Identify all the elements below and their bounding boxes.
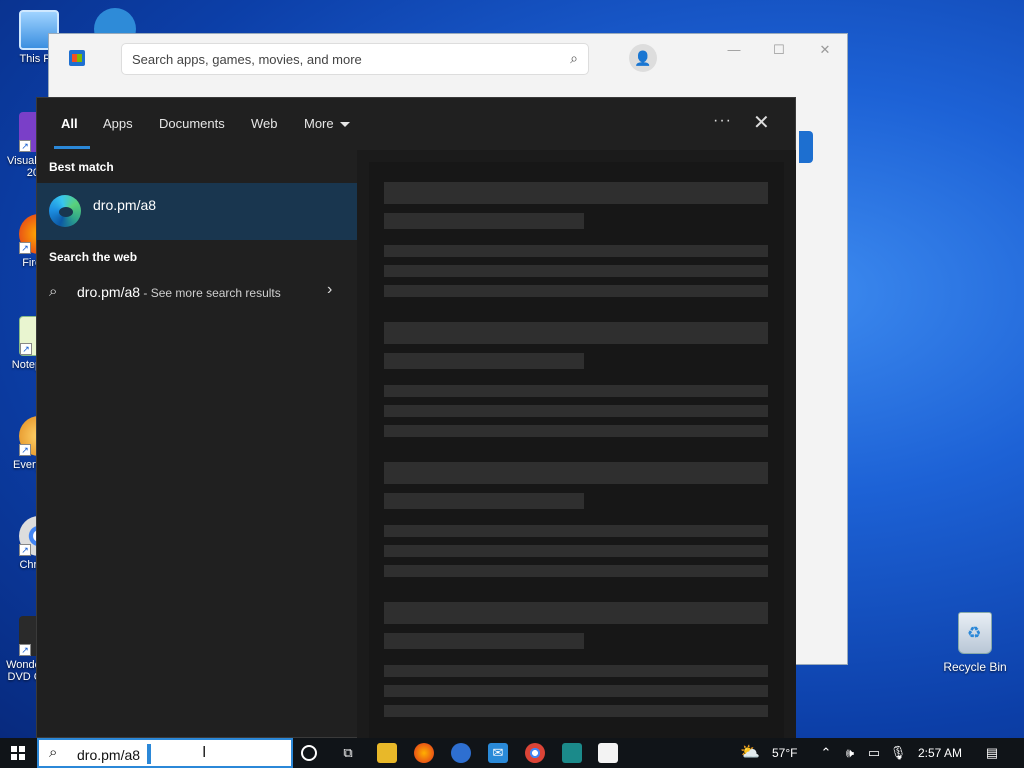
shortcut-arrow-icon: ↗ bbox=[19, 444, 31, 456]
edge-icon bbox=[49, 195, 81, 227]
search-tabs: All Apps Documents Web More ··· ✕ bbox=[37, 98, 795, 150]
web-query-text: dro.pm/a8 - See more search results bbox=[77, 284, 281, 300]
store-icon[interactable] bbox=[598, 743, 618, 763]
maximize-button[interactable]: ☐ bbox=[764, 42, 794, 62]
results-list: Best match dro.pm/a8 Search the web ⌕ dr… bbox=[37, 150, 357, 738]
recycle-bin-label: Recycle Bin bbox=[943, 660, 1007, 674]
preview-pane bbox=[357, 150, 796, 738]
clock[interactable]: 2:57 AM bbox=[918, 746, 962, 760]
skeleton-title bbox=[384, 182, 768, 204]
skeleton-line bbox=[384, 245, 768, 257]
web-query: dro.pm/a8 bbox=[77, 284, 141, 300]
search-panel: All Apps Documents Web More ··· ✕ Best m… bbox=[36, 97, 796, 738]
best-match-heading: Best match bbox=[49, 160, 114, 174]
more-options-icon[interactable]: ··· bbox=[713, 112, 732, 130]
mail-icon[interactable]: ✉ bbox=[488, 743, 508, 763]
best-match-title: dro.pm/a8 bbox=[93, 197, 157, 213]
chevron-down-icon bbox=[339, 122, 350, 128]
skeleton-subtitle bbox=[384, 213, 584, 229]
weather-temp[interactable]: 57°F bbox=[772, 746, 797, 760]
task-view-icon[interactable]: ⧉ bbox=[338, 743, 358, 763]
volume-icon[interactable]: 🕪 bbox=[840, 743, 860, 763]
skeleton-title bbox=[384, 462, 768, 484]
shortcut-arrow-icon: ↗ bbox=[20, 343, 32, 355]
chevron-up-icon[interactable]: ⌃ bbox=[816, 743, 836, 763]
weather-icon[interactable]: ⛅ bbox=[740, 743, 760, 763]
skeleton-line bbox=[384, 425, 768, 437]
start-button[interactable] bbox=[0, 738, 36, 768]
taskbar-search-input[interactable]: ⌕ dro.pm/a8 I bbox=[37, 738, 293, 768]
text-cursor-icon: I bbox=[202, 744, 207, 761]
tab-more[interactable]: More bbox=[304, 116, 350, 131]
skeleton-line bbox=[384, 545, 768, 557]
desktop-icon-recycle-bin[interactable]: Recycle Bin bbox=[938, 612, 1012, 674]
shortcut-arrow-icon: ↗ bbox=[19, 544, 31, 556]
search-icon: ⌕ bbox=[49, 283, 58, 300]
chrome-icon[interactable] bbox=[525, 743, 545, 763]
microphone-icon[interactable]: 🎙 bbox=[888, 743, 908, 763]
search-web-heading: Search the web bbox=[49, 250, 138, 264]
skeleton-line bbox=[384, 685, 768, 697]
tab-documents[interactable]: Documents bbox=[159, 116, 225, 131]
skeleton-subtitle bbox=[384, 633, 584, 649]
skeleton-title bbox=[384, 322, 768, 344]
firefox-icon[interactable] bbox=[414, 743, 434, 763]
file-explorer-icon[interactable] bbox=[377, 743, 397, 763]
skeleton-line bbox=[384, 285, 768, 297]
skeleton-line bbox=[384, 525, 768, 537]
network-icon[interactable]: ▭ bbox=[864, 743, 884, 763]
tab-all[interactable]: All bbox=[61, 116, 78, 131]
recycle-bin-icon bbox=[958, 612, 992, 654]
shortcut-arrow-icon: ↗ bbox=[19, 644, 31, 656]
skeleton-line bbox=[384, 565, 768, 577]
close-icon[interactable]: ✕ bbox=[753, 110, 770, 135]
best-match-result[interactable]: dro.pm/a8 bbox=[37, 183, 357, 240]
skeleton-subtitle bbox=[384, 353, 584, 369]
notifications-icon[interactable]: ▤ bbox=[982, 743, 1002, 763]
store-titlebar: Search apps, games, movies, and more ⌕ 👤… bbox=[49, 34, 847, 84]
tab-apps[interactable]: Apps bbox=[103, 116, 133, 131]
skeleton-line bbox=[384, 265, 768, 277]
search-icon: ⌕ bbox=[49, 744, 58, 761]
chevron-right-icon[interactable]: › bbox=[327, 281, 332, 299]
skeleton-line bbox=[384, 705, 768, 717]
taskbar: ⌕ dro.pm/a8 I ⧉ ✉ ⛅ 57°F ⌃ 🕪 ▭ 🎙 2:57 AM… bbox=[0, 738, 1024, 768]
windows-logo-icon bbox=[11, 746, 25, 760]
shortcut-arrow-icon: ↗ bbox=[19, 140, 31, 152]
shortcut-arrow-icon: ↗ bbox=[19, 242, 31, 254]
close-button[interactable]: ✕ bbox=[810, 42, 840, 62]
skeleton-line bbox=[384, 405, 768, 417]
store-logo-icon bbox=[69, 50, 85, 66]
skeleton-title bbox=[384, 602, 768, 624]
minimize-button[interactable]: — bbox=[719, 42, 749, 62]
skeleton-line bbox=[384, 385, 768, 397]
cortana-icon[interactable] bbox=[301, 745, 317, 761]
account-avatar-icon[interactable]: 👤 bbox=[629, 44, 657, 72]
web-hint: - See more search results bbox=[140, 286, 281, 300]
text-caret bbox=[147, 744, 151, 764]
app-icon[interactable] bbox=[562, 743, 582, 763]
skeleton-subtitle bbox=[384, 493, 584, 509]
store-action-button[interactable] bbox=[799, 131, 813, 163]
taskbar-search-value: dro.pm/a8 bbox=[77, 747, 141, 763]
browser-icon[interactable] bbox=[451, 743, 471, 763]
store-search-input[interactable]: Search apps, games, movies, and more ⌕ bbox=[121, 43, 589, 75]
active-tab-indicator bbox=[54, 146, 90, 149]
preview-loading-skeleton bbox=[369, 162, 784, 738]
tab-more-label: More bbox=[304, 116, 334, 131]
search-icon[interactable]: ⌕ bbox=[570, 50, 578, 67]
skeleton-line bbox=[384, 665, 768, 677]
tab-web[interactable]: Web bbox=[251, 116, 278, 131]
store-search-placeholder: Search apps, games, movies, and more bbox=[132, 52, 362, 67]
web-search-result[interactable]: ⌕ dro.pm/a8 - See more search results › bbox=[37, 275, 357, 311]
